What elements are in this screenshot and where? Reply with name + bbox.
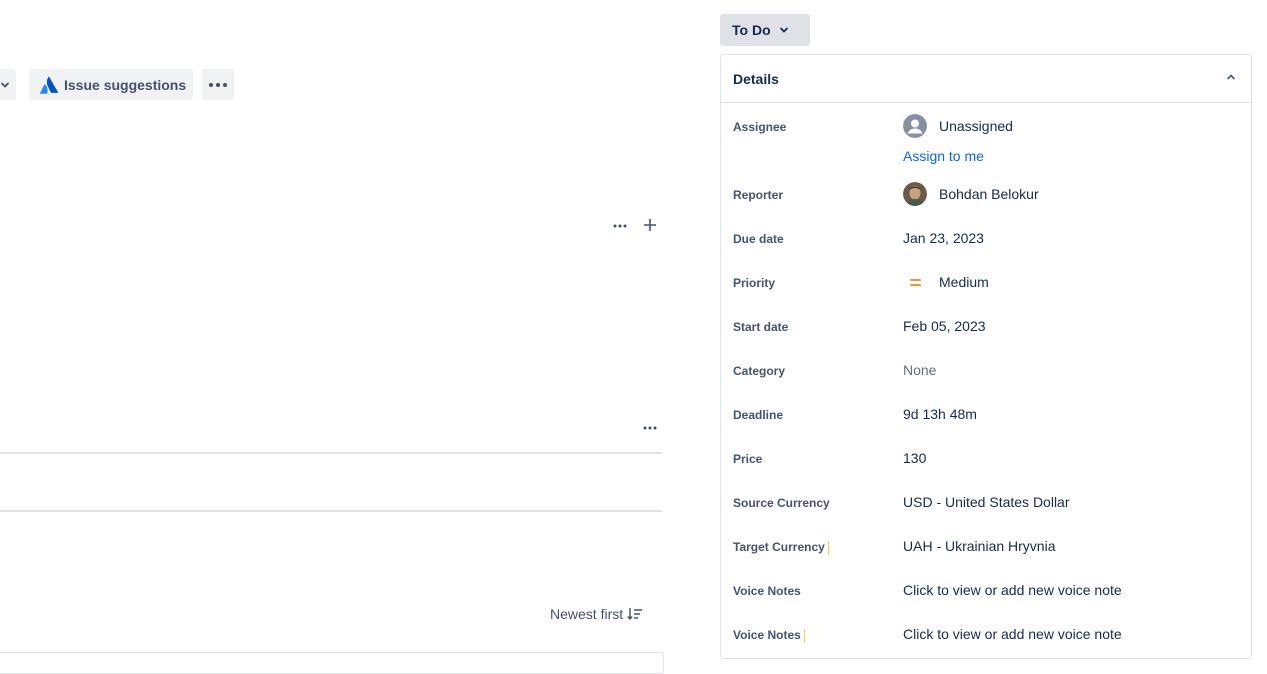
section-more-button[interactable] [612,219,628,237]
target-currency-value[interactable]: UAH - Ukrainian Hryvnia [903,538,1055,554]
chevron-down-icon [779,27,788,33]
divider [0,510,662,512]
field-label: Voice Notes [733,628,801,642]
voice-notes-link-2[interactable]: Click to view or add new voice note [903,626,1122,642]
section-more-button-2[interactable] [642,421,658,439]
priority-label: Medium [939,274,989,290]
default-user-avatar-icon [903,114,927,138]
field-label: Priority [733,276,776,290]
field-label-wrap: Target Currency [733,540,829,555]
details-title: Details [733,70,779,87]
sort-toggle[interactable]: Newest first [550,606,643,622]
divider [0,452,662,454]
field-label: Source Currency [733,496,830,510]
user-photo-avatar [903,182,927,206]
plus-icon [644,219,656,231]
field-label: Start date [733,320,789,334]
priority-value[interactable]: Medium [903,274,989,290]
field-label: Assignee [733,120,787,134]
sort-descending-icon [627,608,643,621]
source-currency-value[interactable]: USD - United States Dollar [903,494,1070,510]
assignee-value[interactable]: Unassigned [903,114,1013,138]
field-label: Category [733,364,786,378]
price-value[interactable]: 130 [903,450,926,466]
field-marker [827,540,829,555]
field-label: Due date [733,232,784,246]
more-horizontal-icon [643,426,657,430]
status-label: To Do [732,22,771,38]
assign-to-me-link[interactable]: Assign to me [903,148,984,164]
field-label-wrap: Voice Notes [733,628,805,643]
voice-notes-link[interactable]: Click to view or add new voice note [903,582,1122,598]
details-panel: Details Assignee Unassigned Assign to me… [720,54,1252,659]
details-header[interactable]: Details [721,55,1251,103]
priority-medium-icon [910,279,921,286]
chevron-up-icon[interactable] [1225,71,1237,83]
field-label: Voice Notes [733,584,801,598]
reporter-value[interactable]: Bohdan Belokur [903,182,1039,206]
status-dropdown[interactable]: To Do [720,14,810,46]
comment-box[interactable] [0,652,664,674]
atlassian-logo-icon [40,76,58,94]
field-label: Reporter [733,188,784,202]
field-label: Target Currency [733,540,825,554]
add-button[interactable] [642,217,658,238]
chevron-down-icon [1,82,9,88]
issue-suggestions-label: Issue suggestions [64,76,187,93]
due-date-value[interactable]: Jan 23, 2023 [903,230,984,246]
sort-label: Newest first [550,606,624,622]
field-marker [803,628,805,643]
more-actions-button[interactable] [202,69,234,100]
reporter-name: Bohdan Belokur [939,186,1039,202]
assignee-name: Unassigned [939,118,1013,134]
field-label: Deadline [733,408,784,422]
dropdown-button[interactable] [0,69,16,100]
more-horizontal-icon [613,224,627,228]
category-value[interactable]: None [903,362,936,378]
more-horizontal-icon [209,82,227,87]
field-label: Price [733,452,763,466]
issue-suggestions-button[interactable]: Issue suggestions [29,69,193,100]
deadline-value[interactable]: 9d 13h 48m [903,406,977,422]
start-date-value[interactable]: Feb 05, 2023 [903,318,986,334]
